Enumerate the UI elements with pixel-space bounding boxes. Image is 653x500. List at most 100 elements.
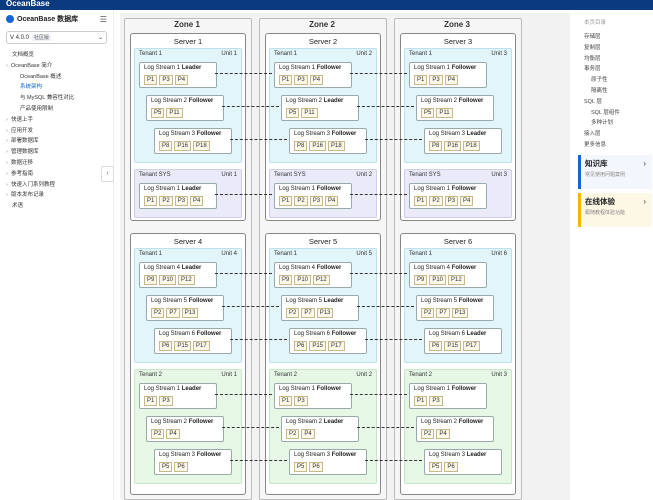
log-stream-box[interactable]: Log Stream 3 Leader P8 P16 P18	[424, 128, 502, 154]
log-stream-box[interactable]: Log Stream 4 Follower P9 P10 P12	[274, 262, 352, 288]
log-stream-name: Log Stream 1	[279, 386, 316, 392]
partition-chip: P11	[436, 108, 453, 118]
promo-card[interactable]: 在线体验 跟随教程体验功能 ›	[578, 192, 652, 227]
partition-chip: P2	[151, 308, 165, 318]
sidebar-nav-item[interactable]: 系统架构	[0, 82, 113, 93]
log-stream-box[interactable]: Log Stream 2 Follower P5 P11	[146, 95, 224, 121]
sidebar-nav-item[interactable]: › OceanBase 简介	[0, 61, 113, 72]
log-stream-box[interactable]: Log Stream 2 Follower P2 P4	[146, 416, 224, 442]
log-stream-name: Log Stream 3	[294, 131, 331, 137]
sidebar-nav-item[interactable]: OceanBase 概述	[0, 72, 113, 83]
partition-list: P9 P10 P12	[414, 275, 465, 285]
partition-list: P2 P7 P13	[286, 308, 334, 318]
log-stream-box[interactable]: Log Stream 4 Follower P9 P10 P12	[409, 262, 487, 288]
log-stream-box[interactable]: Log Stream 1 Leader P1 P2 P3 P4	[139, 183, 217, 209]
log-stream-box[interactable]: Log Stream 1 Follower P1 P3 P4	[274, 62, 352, 88]
log-stream-box[interactable]: Log Stream 3 Follower P5 P6	[289, 449, 367, 475]
tenant-name: Tenant 1	[409, 51, 433, 57]
log-stream-box[interactable]: Log Stream 5 Leader P2 P7 P13	[281, 295, 359, 321]
toc-item[interactable]: 接入层	[576, 129, 653, 140]
log-stream-box[interactable]: Log Stream 6 Leader P6 P15 P17	[424, 328, 502, 354]
sidebar-nav-item[interactable]: 术语	[0, 201, 113, 212]
log-stream-box[interactable]: Log Stream 6 Follower P6 P15 P17	[154, 328, 232, 354]
partition-chip: P3	[429, 75, 443, 85]
sidebar-nav-item[interactable]: › 快速入门系列教程	[0, 180, 113, 191]
partition-chip: P1	[144, 396, 158, 406]
tenant-name: Tenant 1	[139, 251, 163, 257]
sidebar-nav-item[interactable]: › 版本发布记录	[0, 190, 113, 201]
log-stream-box[interactable]: Log Stream 3 Follower P8 P16 P18	[154, 128, 232, 154]
log-stream-box[interactable]: Log Stream 4 Leader P9 P10 P12	[139, 262, 217, 288]
version-select[interactable]: V 4.0.0 社区版 ⌄	[6, 31, 107, 44]
log-stream-box[interactable]: Log Stream 3 Follower P5 P6	[154, 449, 232, 475]
sidebar-nav-item[interactable]: › 快速上手	[0, 115, 113, 126]
partition-chip: P7	[166, 308, 180, 318]
log-stream-box[interactable]: Log Stream 2 Follower P5 P11	[416, 95, 494, 121]
toc-item[interactable]: 均衡层	[576, 54, 653, 65]
log-stream-box[interactable]: Log Stream 2 Leader P2 P4	[281, 416, 359, 442]
sidebar-nav-label: 系统架构	[20, 84, 43, 91]
log-stream-box[interactable]: Log Stream 1 Leader P1 P3 P4	[139, 62, 217, 88]
log-stream-box[interactable]: Log Stream 1 Follower P1 P3	[409, 383, 487, 409]
log-stream-title: Log Stream 4 Leader	[144, 265, 201, 271]
sidebar-nav-item[interactable]: › 参考指南	[0, 169, 113, 180]
partition-chip: P4	[309, 75, 324, 85]
toc-item[interactable]: SQL 层	[576, 97, 653, 108]
menu-icon[interactable]: ☰	[100, 15, 107, 24]
log-stream-box[interactable]: Log Stream 1 Follower P1 P2 P3 P4	[274, 183, 352, 209]
log-stream-box[interactable]: Log Stream 2 Follower P2 P4	[416, 416, 494, 442]
toc-item[interactable]: 隔离性	[576, 86, 653, 97]
sidebar-nav-item[interactable]: › 应用开发	[0, 126, 113, 137]
log-stream-name: Log Stream 1	[144, 386, 181, 392]
log-stream-role: Follower	[331, 331, 357, 337]
log-stream-box[interactable]: Log Stream 1 Follower P1 P3	[274, 383, 352, 409]
log-stream-box[interactable]: Log Stream 1 Follower P1 P2 P3 P4	[409, 183, 487, 209]
log-stream-box[interactable]: Log Stream 3 Follower P8 P16 P18	[289, 128, 367, 154]
toc-item[interactable]: 原子性	[576, 75, 653, 86]
log-stream-box[interactable]: Log Stream 6 Follower P6 P15 P17	[289, 328, 367, 354]
partition-chip: P15	[444, 341, 462, 351]
sidebar-nav-item[interactable]: › 管理数据库	[0, 147, 113, 158]
toc-heading: 本页目录	[584, 20, 607, 26]
log-stream-role: Follower	[316, 186, 342, 192]
partition-chip: P18	[328, 141, 345, 151]
promo-card[interactable]: 知识库 常见使用问题案例 ›	[578, 154, 652, 189]
log-stream-box[interactable]: Log Stream 1 Follower P1 P3 P4	[409, 62, 487, 88]
unit-label: Unit 1	[221, 51, 237, 57]
tenant-name: Tenant SYS	[139, 172, 171, 178]
toc-item[interactable]: 多种计划	[576, 118, 653, 129]
log-stream-box[interactable]: Log Stream 5 Follower P2 P7 P13	[146, 295, 224, 321]
replication-line	[350, 394, 407, 395]
replication-line	[350, 194, 407, 195]
log-stream-title: Log Stream 1 Leader	[144, 65, 201, 71]
log-stream-box[interactable]: Log Stream 2 Leader P5 P11	[281, 95, 359, 121]
log-stream-box[interactable]: Log Stream 3 Leader P5 P6	[424, 449, 502, 475]
log-stream-name: Log Stream 2	[421, 419, 458, 425]
toc-item[interactable]: 事务层	[576, 64, 653, 75]
partition-chip: P6	[174, 462, 188, 472]
log-stream-name: Log Stream 6	[159, 331, 196, 337]
partition-chip: P4	[325, 196, 339, 206]
sidebar-nav-item[interactable]: 产品使用限制	[0, 104, 113, 115]
sidebar-nav-item[interactable]: 与 MySQL 兼容性对比	[0, 93, 113, 104]
partition-list: P6 P15 P17	[294, 341, 345, 351]
sidebar-nav-item[interactable]: › 部署数据库	[0, 136, 113, 147]
collapse-sidebar-button[interactable]: ‹	[101, 166, 114, 182]
toc-item[interactable]: SQL 层组件	[576, 108, 653, 119]
toc-item[interactable]: 复制层	[576, 43, 653, 54]
log-stream-box[interactable]: Log Stream 5 Follower P2 P7 P13	[416, 295, 494, 321]
tenant-box: Tenant SYS Unit 3 Log Stream 1 Follower P1 P…	[404, 169, 512, 218]
partition-list: P2 P4	[151, 429, 180, 439]
sidebar-nav-item[interactable]: 文档概览	[0, 50, 113, 61]
log-stream-title: Log Stream 1 Leader	[144, 186, 201, 192]
sidebar-nav-item[interactable]: › 数据迁移	[0, 158, 113, 169]
toc-item[interactable]: 存储层	[576, 32, 653, 43]
partition-chip: P13	[451, 308, 469, 318]
partition-list: P9 P10 P12	[279, 275, 330, 285]
log-stream-role: Leader	[466, 331, 487, 337]
toc-item[interactable]: 更多信息	[576, 140, 653, 151]
site-logo[interactable]: OceanBase	[6, 0, 50, 8]
unit-label: Unit 5	[356, 251, 372, 257]
log-stream-box[interactable]: Log Stream 1 Leader P1 P3	[139, 383, 217, 409]
log-stream-name: Log Stream 2	[421, 98, 458, 104]
